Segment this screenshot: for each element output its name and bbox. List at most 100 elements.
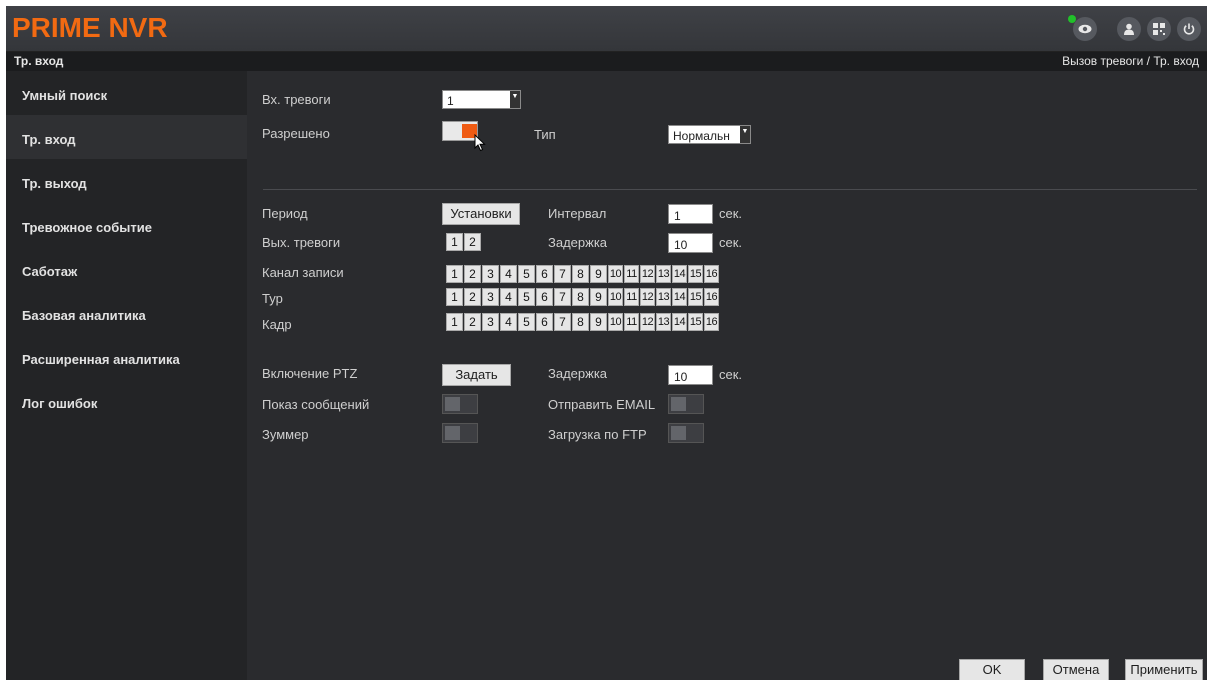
eye-icon[interactable] <box>1073 17 1097 41</box>
breadcrumb: Вызов тревоги / Тр. вход <box>1062 54 1199 68</box>
channel-checkbox[interactable]: 6 <box>536 288 553 306</box>
ptz-delay-label: Задержка <box>548 366 608 381</box>
sidebar-item-smart-search[interactable]: Умный поиск <box>6 71 247 115</box>
ptz-delay-unit: сек. <box>719 367 743 382</box>
delay-unit: сек. <box>719 235 743 250</box>
channel-checkbox[interactable]: 10 <box>608 313 623 331</box>
toggle-knob <box>445 397 460 411</box>
sidebar-item-label: Саботаж <box>22 264 78 279</box>
channel-checkbox[interactable]: 8 <box>572 313 589 331</box>
channel-checkbox[interactable]: 13 <box>656 288 671 306</box>
sidebar-item-label: Лог ошибок <box>22 396 98 411</box>
sidebar-item-alarm-input[interactable]: Тр. вход <box>6 115 247 159</box>
sidebar-item-alarm-output[interactable]: Тр. выход <box>6 159 247 203</box>
ptz-label: Включение PTZ <box>262 366 358 381</box>
ptz-set-button[interactable]: Задать <box>442 364 511 386</box>
channel-checkbox[interactable]: 11 <box>624 288 639 306</box>
sidebar-item-advanced-analytics[interactable]: Расширенная аналитика <box>6 335 247 379</box>
channel-checkbox[interactable]: 16 <box>704 265 719 283</box>
interval-label: Интервал <box>548 206 607 221</box>
channel-checkbox[interactable]: 4 <box>500 313 517 331</box>
user-icon[interactable] <box>1117 17 1141 41</box>
channel-checkbox[interactable]: 8 <box>572 288 589 306</box>
channel-checkbox[interactable]: 2 <box>464 288 481 306</box>
channel-checkbox[interactable]: 14 <box>672 288 687 306</box>
frame-channel-list: 1 2 3 4 5 6 7 8 9 10 11 12 13 14 15 16 <box>446 313 720 331</box>
ftp-label: Загрузка по FTP <box>548 427 647 442</box>
settings-panel: Вх. тревоги 1 ▼ Разрешено Тип Нормальн ▼… <box>247 71 1207 680</box>
channel-checkbox[interactable]: 13 <box>656 313 671 331</box>
ok-button[interactable]: OK <box>959 659 1025 680</box>
channel-checkbox[interactable]: 15 <box>688 313 703 331</box>
send-email-toggle[interactable] <box>668 394 704 414</box>
channel-checkbox[interactable]: 4 <box>500 288 517 306</box>
channel-checkbox[interactable]: 3 <box>482 288 499 306</box>
apply-button[interactable]: Применить <box>1125 659 1203 680</box>
channel-checkbox[interactable]: 11 <box>624 313 639 331</box>
channel-checkbox[interactable]: 6 <box>536 265 553 283</box>
channel-checkbox[interactable]: 9 <box>590 265 607 283</box>
sidebar-item-tampering[interactable]: Саботаж <box>6 247 247 291</box>
buzzer-label: Зуммер <box>262 427 309 442</box>
channel-checkbox[interactable]: 2 <box>464 265 481 283</box>
channel-checkbox[interactable]: 14 <box>672 265 687 283</box>
channel-checkbox[interactable]: 16 <box>704 288 719 306</box>
channel-checkbox[interactable]: 6 <box>536 313 553 331</box>
channel-checkbox[interactable]: 12 <box>640 313 655 331</box>
channel-checkbox[interactable]: 13 <box>656 265 671 283</box>
channel-checkbox[interactable]: 9 <box>590 313 607 331</box>
channel-checkbox[interactable]: 7 <box>554 288 571 306</box>
channel-checkbox[interactable]: 12 <box>640 288 655 306</box>
show-message-toggle[interactable] <box>442 394 478 414</box>
alarm-output-1[interactable]: 1 <box>446 233 463 251</box>
alarm-output-2[interactable]: 2 <box>464 233 481 251</box>
enabled-toggle[interactable] <box>442 121 478 141</box>
sidebar-item-alarm-event[interactable]: Тревожное событие <box>6 203 247 247</box>
channel-checkbox[interactable]: 1 <box>446 288 463 306</box>
delay-input[interactable]: 10 <box>668 233 713 253</box>
enabled-label: Разрешено <box>262 126 330 141</box>
sidebar-item-basic-analytics[interactable]: Базовая аналитика <box>6 291 247 335</box>
channel-checkbox[interactable]: 16 <box>704 313 719 331</box>
ptz-delay-input[interactable]: 10 <box>668 365 713 385</box>
channel-checkbox[interactable]: 12 <box>640 265 655 283</box>
period-settings-button[interactable]: Установки <box>442 203 520 225</box>
tour-label: Тур <box>262 291 283 306</box>
channel-checkbox[interactable]: 15 <box>688 288 703 306</box>
channel-checkbox[interactable]: 15 <box>688 265 703 283</box>
channel-checkbox[interactable]: 1 <box>446 313 463 331</box>
ftp-toggle[interactable] <box>668 423 704 443</box>
sidebar: Умный поиск Тр. вход Тр. выход Тревожное… <box>6 71 247 680</box>
type-label: Тип <box>534 127 556 142</box>
channel-checkbox[interactable]: 8 <box>572 265 589 283</box>
type-select[interactable]: Нормальн ▼ <box>668 125 751 144</box>
channel-checkbox[interactable]: 3 <box>482 265 499 283</box>
interval-input[interactable]: 1 <box>668 204 713 224</box>
channel-checkbox[interactable]: 4 <box>500 265 517 283</box>
alarm-input-label: Вх. тревоги <box>262 92 331 107</box>
channel-checkbox[interactable]: 5 <box>518 265 535 283</box>
channel-checkbox[interactable]: 3 <box>482 313 499 331</box>
channel-checkbox[interactable]: 10 <box>608 265 623 283</box>
channel-checkbox[interactable]: 7 <box>554 313 571 331</box>
top-header: PRIME NVR <box>6 6 1207 52</box>
sidebar-item-label: Тревожное событие <box>22 220 152 235</box>
alarm-input-select[interactable]: 1 ▼ <box>442 90 521 109</box>
divider <box>263 189 1197 190</box>
channel-checkbox[interactable]: 2 <box>464 313 481 331</box>
period-label: Период <box>262 206 308 221</box>
qr-icon[interactable] <box>1147 17 1171 41</box>
channel-checkbox[interactable]: 14 <box>672 313 687 331</box>
power-icon[interactable] <box>1177 17 1201 41</box>
channel-checkbox[interactable]: 5 <box>518 313 535 331</box>
sidebar-item-error-log[interactable]: Лог ошибок <box>6 379 247 423</box>
channel-checkbox[interactable]: 11 <box>624 265 639 283</box>
cancel-button[interactable]: Отмена <box>1043 659 1109 680</box>
channel-checkbox[interactable]: 9 <box>590 288 607 306</box>
buzzer-toggle[interactable] <box>442 423 478 443</box>
channel-checkbox[interactable]: 10 <box>608 288 623 306</box>
channel-checkbox[interactable]: 5 <box>518 288 535 306</box>
channel-checkbox[interactable]: 1 <box>446 265 463 283</box>
mouse-cursor-icon <box>474 134 486 152</box>
channel-checkbox[interactable]: 7 <box>554 265 571 283</box>
